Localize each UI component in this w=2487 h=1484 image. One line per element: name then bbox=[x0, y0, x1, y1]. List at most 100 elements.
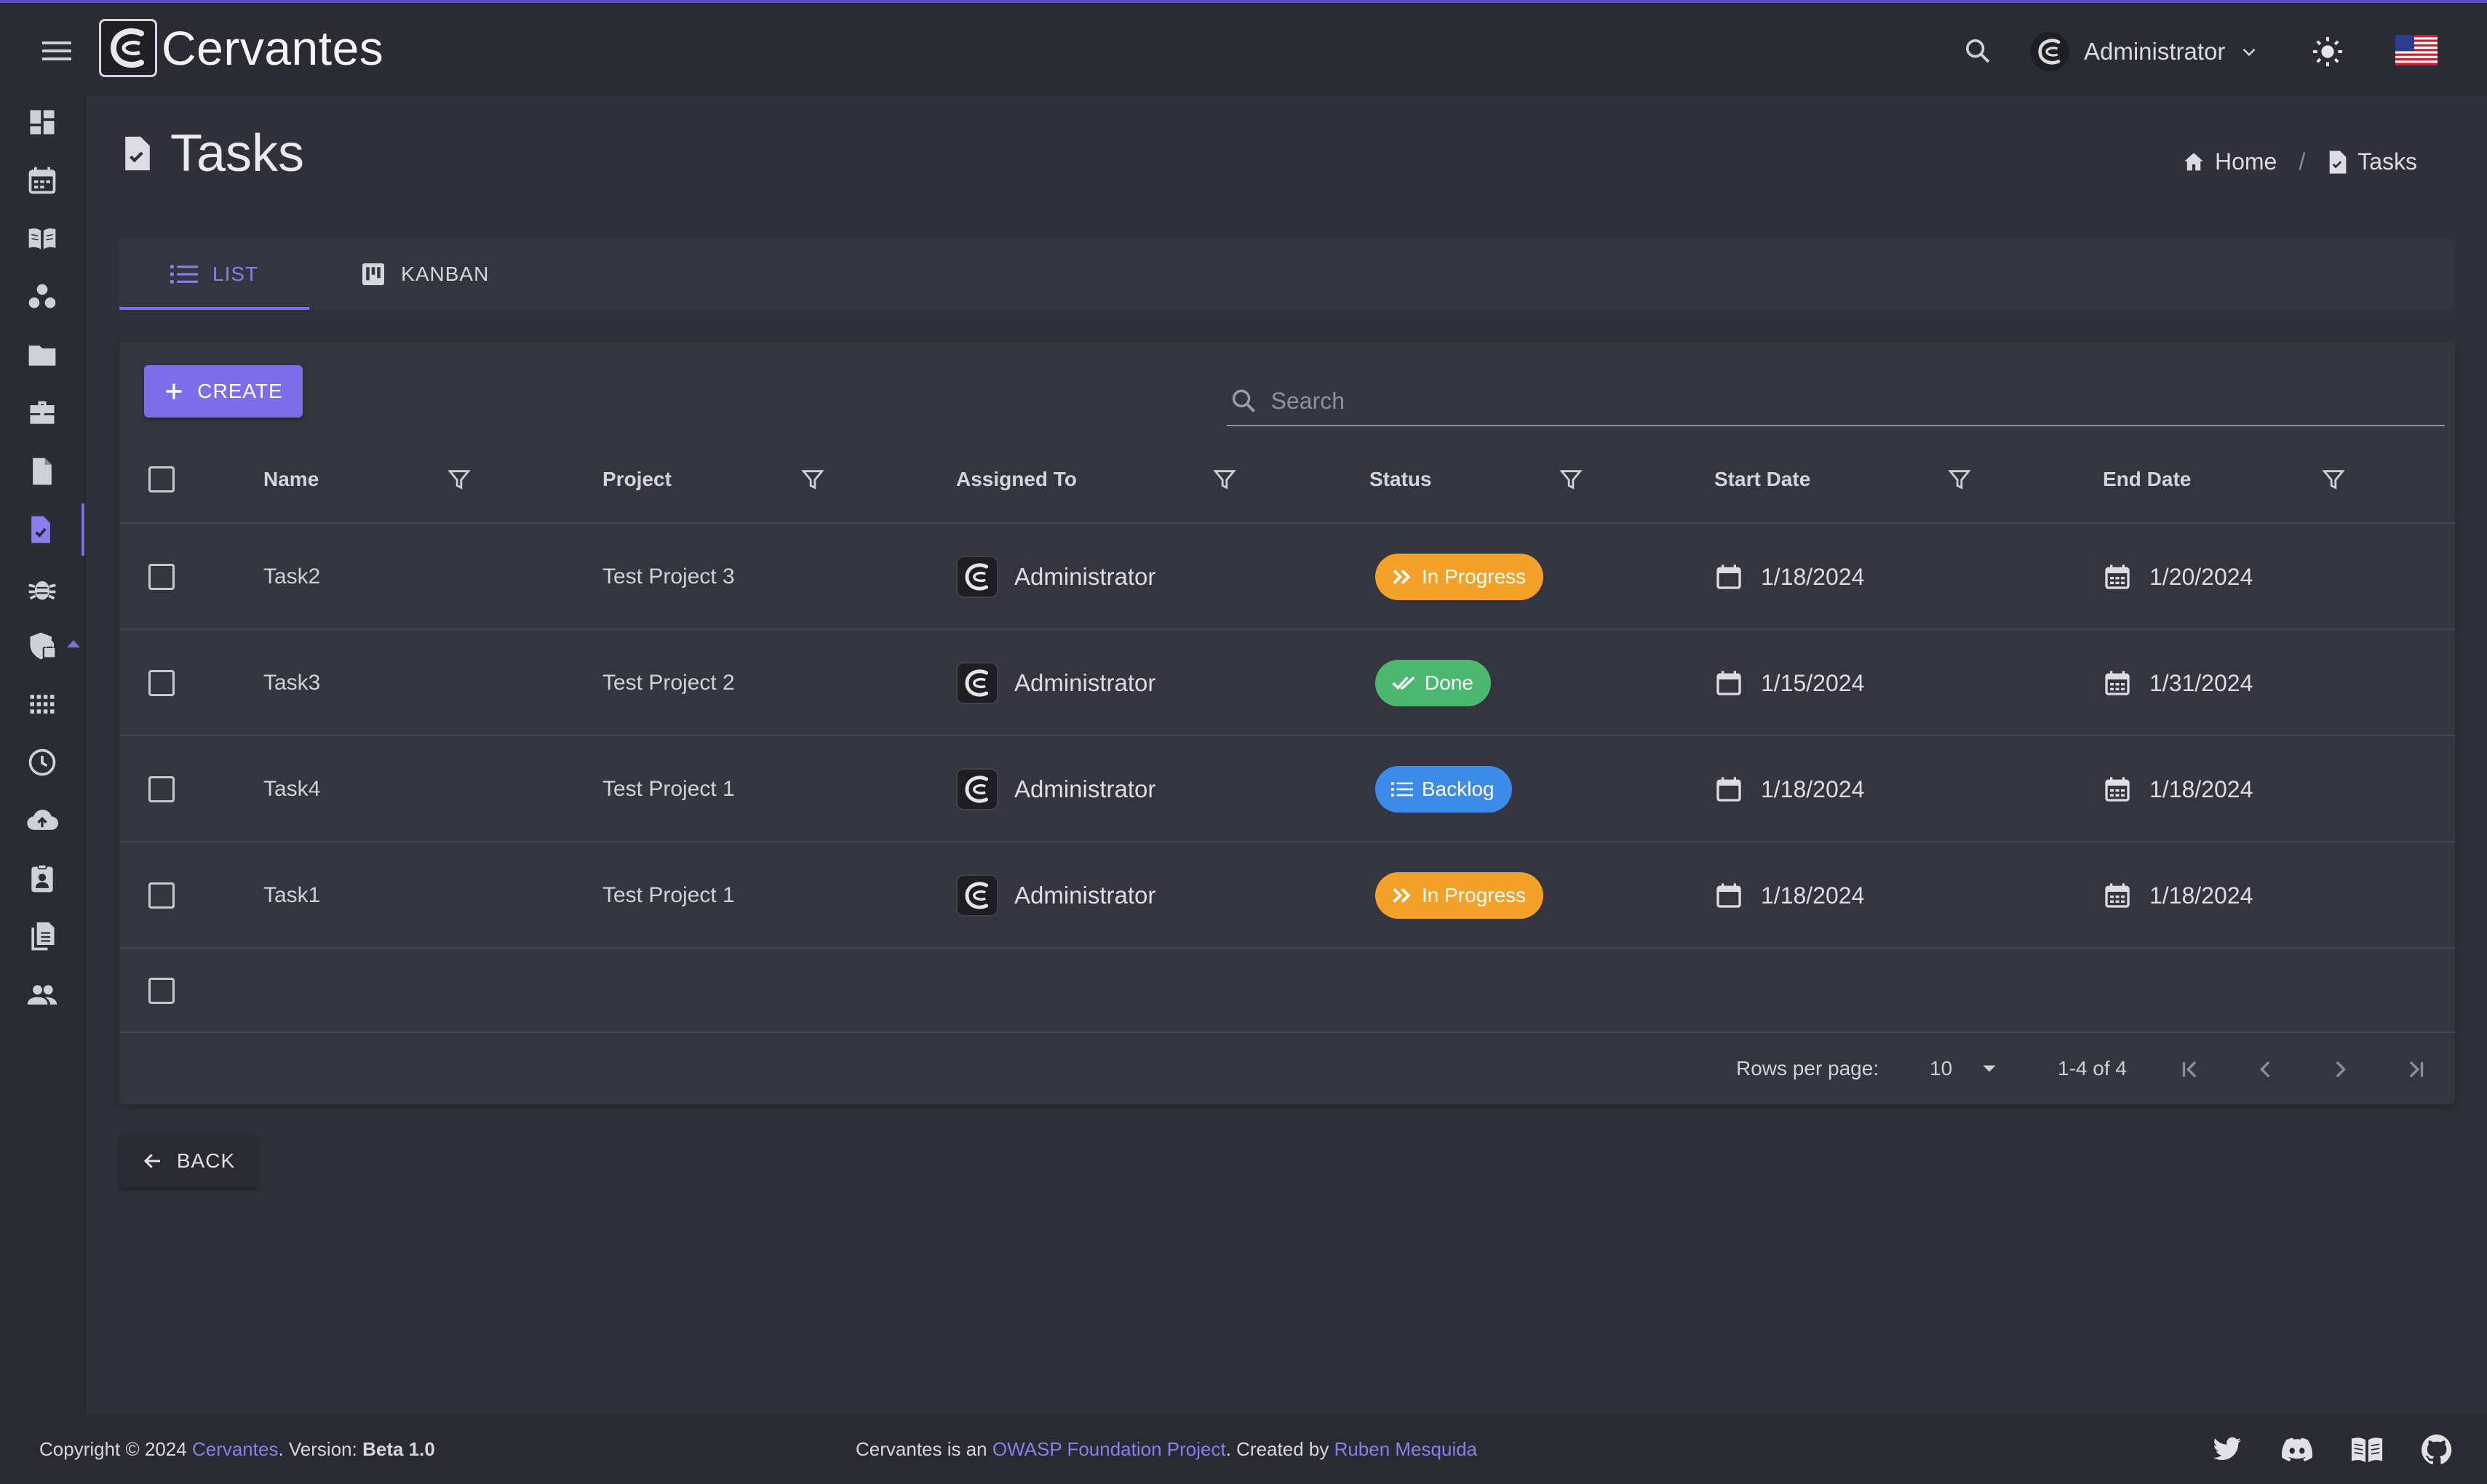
sidebar-item-security[interactable] bbox=[0, 620, 84, 672]
row-checkbox[interactable] bbox=[148, 564, 175, 590]
task-document-icon bbox=[122, 135, 153, 172]
sidebar-item-projects[interactable] bbox=[0, 329, 84, 381]
tab-kanban[interactable]: KANBAN bbox=[309, 239, 540, 310]
sidebar-item-portfolio[interactable] bbox=[0, 387, 84, 439]
select-all-checkbox[interactable] bbox=[148, 466, 175, 492]
filter-icon[interactable] bbox=[1559, 467, 1583, 492]
row-checkbox[interactable] bbox=[148, 776, 175, 802]
row-checkbox[interactable] bbox=[148, 978, 175, 1004]
sidebar-item-contacts[interactable] bbox=[0, 853, 84, 905]
tab-list[interactable]: LIST bbox=[119, 239, 310, 310]
back-button[interactable]: BACK bbox=[119, 1135, 258, 1187]
avatar bbox=[956, 768, 998, 810]
column-header-project[interactable]: Project bbox=[602, 435, 672, 524]
discord-icon[interactable] bbox=[2279, 1432, 2315, 1468]
breadcrumb-current[interactable]: Tasks bbox=[2327, 148, 2417, 175]
table-row[interactable]: Task2 Test Project 3 Administrator In Pr… bbox=[119, 524, 2455, 630]
calendar-icon bbox=[1716, 777, 1741, 802]
filter-icon[interactable] bbox=[2321, 467, 2346, 492]
dashboard-icon bbox=[30, 110, 55, 135]
task-assignee: Administrator bbox=[956, 842, 1155, 949]
sidebar-item-tasks[interactable] bbox=[0, 503, 84, 556]
task-document-icon bbox=[2329, 150, 2347, 174]
sidebar-item-apps[interactable] bbox=[0, 678, 84, 730]
rows-per-page-select[interactable]: 10 bbox=[1930, 1033, 1997, 1104]
first-page-icon[interactable] bbox=[2170, 1049, 2211, 1090]
sidebar-item-reports[interactable] bbox=[0, 911, 84, 963]
task-name[interactable]: Task3 bbox=[263, 630, 320, 736]
task-assignee: Administrator bbox=[956, 736, 1155, 842]
status-label: Done bbox=[1425, 671, 1473, 694]
filter-icon[interactable] bbox=[1947, 467, 1972, 492]
search-input[interactable] bbox=[1270, 387, 2445, 415]
filter-icon[interactable] bbox=[800, 467, 825, 492]
column-header-status[interactable]: Status bbox=[1369, 435, 1432, 524]
previous-page-icon[interactable] bbox=[2245, 1049, 2286, 1090]
brand[interactable]: Cervantes bbox=[99, 19, 383, 77]
filter-icon[interactable] bbox=[447, 467, 471, 492]
footer-credits: Cervantes is an OWASP Foundation Project… bbox=[856, 1414, 1477, 1484]
shield-lock-icon bbox=[30, 632, 57, 660]
table-header: Name Project Assigned To Status Start Da… bbox=[119, 435, 2455, 524]
sidebar-item-calendar[interactable] bbox=[0, 154, 84, 207]
sidebar-item-clients[interactable] bbox=[0, 271, 84, 323]
sidebar-item-dashboard[interactable] bbox=[0, 96, 84, 148]
sidebar-item-history[interactable] bbox=[0, 736, 84, 789]
row-checkbox[interactable] bbox=[148, 882, 175, 909]
user-menu[interactable]: Administrator bbox=[2030, 31, 2259, 73]
assignee-name: Administrator bbox=[1014, 669, 1156, 696]
book-open-icon[interactable] bbox=[2349, 1432, 2385, 1468]
arrow-left-icon bbox=[143, 1154, 160, 1168]
end-date-value: 1/20/2024 bbox=[2149, 563, 2253, 590]
github-icon[interactable] bbox=[2419, 1432, 2455, 1468]
task-end-date: 1/31/2024 bbox=[2103, 630, 2253, 736]
task-start-date: 1/18/2024 bbox=[1714, 842, 1864, 949]
sidebar-item-upload[interactable] bbox=[0, 794, 84, 847]
end-date-value: 1/18/2024 bbox=[2149, 882, 2253, 909]
author-link[interactable]: Ruben Mesquida bbox=[1334, 1438, 1478, 1461]
task-name[interactable]: Task1 bbox=[263, 842, 320, 949]
table-row[interactable]: Task3 Test Project 2 Administrator Done … bbox=[119, 630, 2455, 736]
footer-copyright: Copyright © 2024 Cervantes . Version: Be… bbox=[39, 1414, 435, 1484]
column-header-assigned-to[interactable]: Assigned To bbox=[956, 435, 1077, 524]
calendar-icon bbox=[1716, 565, 1741, 589]
us-flag-icon[interactable] bbox=[2395, 35, 2438, 65]
owasp-link[interactable]: OWASP Foundation Project bbox=[992, 1438, 1226, 1461]
list-icon bbox=[1391, 782, 1413, 797]
row-checkbox[interactable] bbox=[148, 670, 175, 696]
pagination: Rows per page: 10 1-4 of 4 bbox=[119, 1033, 2455, 1104]
sidebar-item-docs[interactable] bbox=[0, 212, 84, 265]
filter-icon[interactable] bbox=[1212, 467, 1237, 492]
column-header-start-date[interactable]: Start Date bbox=[1714, 435, 1810, 524]
task-project: Test Project 1 bbox=[602, 883, 735, 907]
page-title: Tasks bbox=[170, 124, 305, 183]
status-badge: Backlog bbox=[1375, 766, 1512, 813]
twitter-icon[interactable] bbox=[2209, 1432, 2245, 1468]
status-badge: In Progress bbox=[1375, 872, 1544, 919]
last-page-icon[interactable] bbox=[2395, 1049, 2436, 1090]
menu-icon[interactable] bbox=[36, 32, 77, 70]
sidebar-item-vulns[interactable] bbox=[0, 562, 84, 614]
create-button[interactable]: CREATE bbox=[144, 365, 303, 418]
breadcrumb-home-label: Home bbox=[2214, 148, 2277, 175]
task-status: In Progress bbox=[1375, 524, 1544, 630]
sun-icon[interactable] bbox=[2307, 31, 2349, 73]
task-name[interactable]: Task4 bbox=[263, 736, 320, 842]
next-page-icon[interactable] bbox=[2320, 1049, 2360, 1090]
task-name[interactable]: Task2 bbox=[263, 524, 320, 630]
sidebar-item-documents[interactable] bbox=[0, 445, 84, 498]
task-status: Done bbox=[1375, 630, 1491, 736]
start-date-value: 1/18/2024 bbox=[1761, 882, 1865, 909]
start-date-value: 1/15/2024 bbox=[1761, 669, 1865, 696]
column-header-name[interactable]: Name bbox=[263, 435, 319, 524]
search-icon[interactable] bbox=[1957, 31, 1998, 71]
column-header-end-date[interactable]: End Date bbox=[2103, 435, 2191, 524]
table-row[interactable]: Task1 Test Project 1 Administrator In Pr… bbox=[119, 842, 2455, 949]
sidebar-item-users[interactable] bbox=[0, 969, 84, 1021]
breadcrumb: Home / Tasks bbox=[2181, 148, 2417, 175]
cervantes-link[interactable]: Cervantes bbox=[192, 1438, 279, 1461]
breadcrumb-home[interactable]: Home bbox=[2181, 148, 2277, 175]
top-bar: Cervantes Administrator bbox=[0, 0, 2487, 96]
table-row[interactable]: Task4 Test Project 1 Administrator Backl… bbox=[119, 736, 2455, 842]
sidebar bbox=[0, 96, 86, 1414]
